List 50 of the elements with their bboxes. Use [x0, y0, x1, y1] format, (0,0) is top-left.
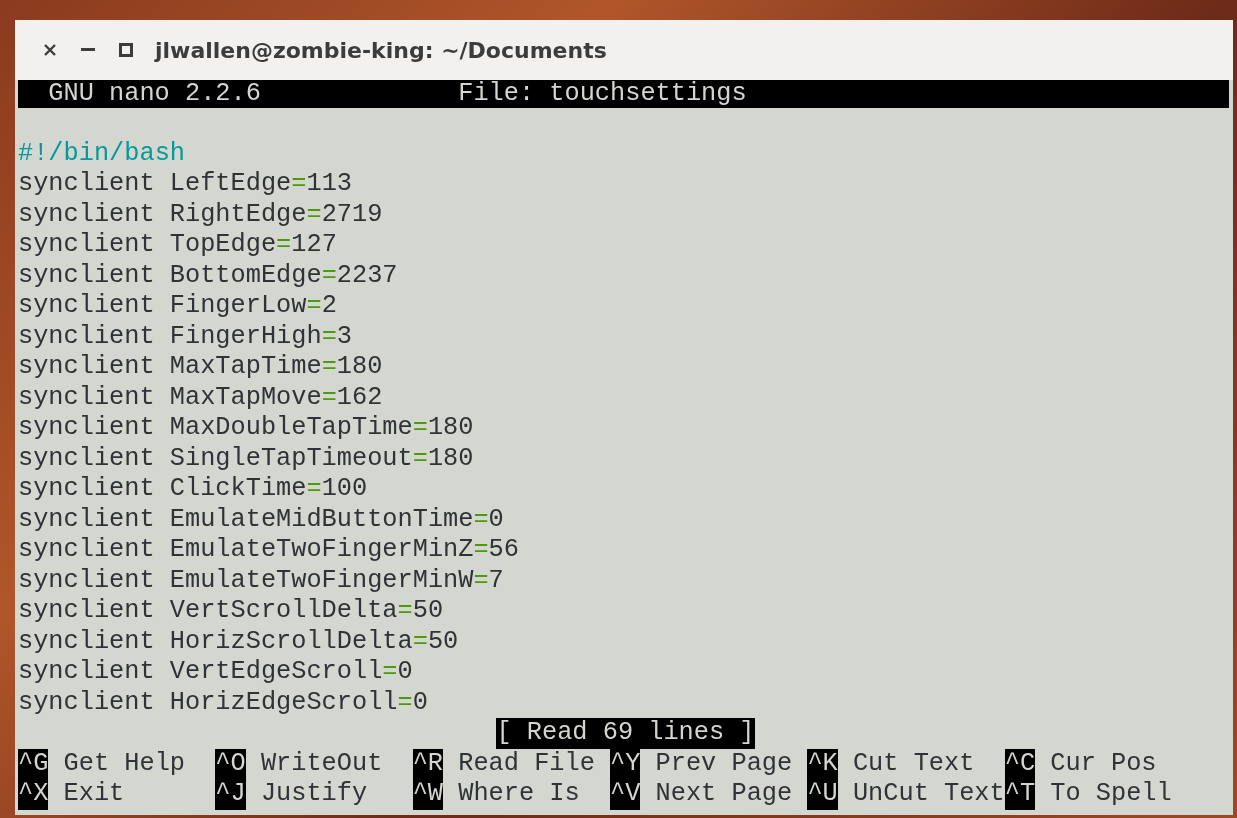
shortcut-key: ^O	[215, 748, 246, 779]
shortcut-label: Get Help	[62, 748, 185, 779]
shortcut-label: Cur Pos	[1049, 748, 1157, 779]
shortcut-key: ^W	[412, 779, 444, 810]
code-line: synclient HorizScrollDelta=50	[18, 626, 459, 656]
shortcut-key: ^V	[610, 779, 641, 810]
shortcut-key: ^R	[412, 748, 444, 779]
shortcut-key: ^T	[1004, 779, 1036, 810]
editor-version: GNU nano 2.2.6	[47, 80, 262, 108]
shortcut-label: Next Page	[654, 779, 793, 810]
shortcut-key: ^G	[18, 748, 49, 779]
code-line: synclient VertEdgeScroll=0	[18, 657, 413, 686]
shortcut-label: Cut Text	[851, 748, 975, 779]
shortcut-label: To Spell	[1049, 779, 1172, 810]
shortcut-key: ^U	[807, 779, 838, 810]
code-line: synclient EmulateMidButtonTime=0	[18, 504, 504, 534]
shortcut-label: Read File	[457, 748, 595, 779]
code-line: #!/bin/bash	[18, 138, 185, 168]
close-icon[interactable]	[43, 43, 57, 57]
shortcut-key: ^J	[215, 779, 246, 810]
code-line: synclient LeftEdge=113	[18, 169, 352, 198]
code-line: synclient EmulateTwoFingerMinW=7	[18, 565, 504, 595]
code-line: synclient MaxTapTime=180	[18, 352, 383, 381]
shortcut-key: ^K	[807, 748, 838, 779]
shortcut-label: Exit	[62, 779, 125, 810]
code-line: synclient EmulateTwoFingerMinZ=56	[18, 535, 519, 564]
code-line: synclient MaxDoubleTapTime=180	[18, 413, 474, 442]
maximize-icon[interactable]	[119, 43, 133, 57]
code-line: synclient FingerHigh=3	[18, 321, 352, 351]
code-line: synclient HorizEdgeScroll=0	[18, 687, 428, 717]
shortcut-key: ^X	[18, 779, 49, 810]
code-line: synclient TopEdge=127	[18, 230, 337, 259]
shortcut-label: Where Is	[457, 779, 580, 810]
shortcut-label: Prev Page	[654, 748, 793, 779]
shortcut-label: WriteOut	[259, 748, 383, 779]
shortcut-key: ^C	[1004, 748, 1036, 779]
file-name: File: touchsettings	[458, 80, 747, 108]
shortcut-label: UnCut Text	[851, 779, 1005, 810]
window-title: jlwallen@zombie-king: ~/Documents	[155, 36, 607, 65]
shortcut-label: Justify	[259, 779, 368, 810]
code-line: synclient ClickTime=100	[18, 474, 368, 503]
code-line: synclient MaxTapMove=162	[18, 382, 383, 412]
code-line: synclient VertScrollDelta=50	[18, 596, 444, 625]
code-line: synclient FingerLow=2	[18, 291, 337, 320]
code-line: synclient SingleTapTimeout=180	[18, 443, 474, 473]
shortcut-key: ^Y	[610, 748, 641, 779]
minimize-icon[interactable]	[81, 48, 95, 52]
status-message: [ Read 69 lines ]	[496, 718, 755, 749]
code-line: synclient BottomEdge=2237	[18, 260, 398, 290]
code-line: synclient RightEdge=2719	[18, 199, 383, 229]
